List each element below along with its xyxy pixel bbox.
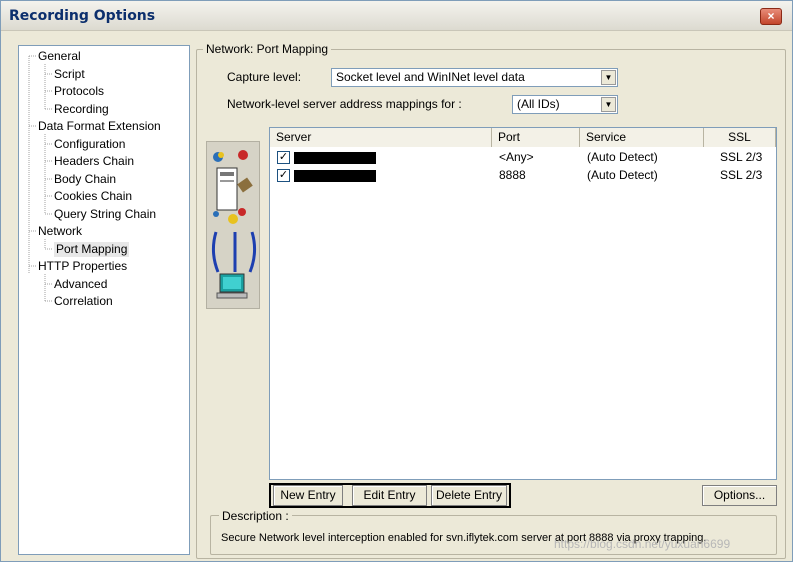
- dropdown-arrow-icon[interactable]: ▼: [601, 70, 616, 85]
- tree-item-port-mapping[interactable]: Port Mapping: [54, 242, 130, 257]
- cell-ssl: SSL 2/3: [720, 150, 763, 164]
- close-button[interactable]: ×: [760, 8, 782, 25]
- cell-service: (Auto Detect): [587, 150, 658, 164]
- tree-item-headers-chain[interactable]: Headers Chain: [54, 154, 134, 169]
- network-illustration: [206, 141, 260, 309]
- capture-level-value: Socket level and WinINet level data: [336, 70, 525, 84]
- table-header: Server Port Service SSL: [270, 128, 776, 147]
- cell-port: 8888: [499, 168, 526, 182]
- options-button[interactable]: Options...: [702, 485, 777, 506]
- cell-port: <Any>: [499, 150, 534, 164]
- new-entry-button[interactable]: New Entry: [273, 485, 343, 506]
- port-mapping-table[interactable]: Server Port Service SSL ✓ <Any> (Auto De…: [269, 127, 777, 480]
- tree-item-script[interactable]: Script: [54, 67, 85, 82]
- tree-item-query-string-chain[interactable]: Query String Chain: [54, 207, 156, 222]
- window-title: Recording Options: [9, 8, 156, 24]
- capture-level-label: Capture level:: [227, 70, 302, 84]
- table-row[interactable]: ✓ 8888 (Auto Detect) SSL 2/3: [270, 167, 776, 185]
- tree-item-protocols[interactable]: Protocols: [54, 84, 104, 99]
- checkmark-icon[interactable]: ✓: [277, 151, 290, 164]
- table-row[interactable]: ✓ <Any> (Auto Detect) SSL 2/3: [270, 149, 776, 167]
- column-header-service[interactable]: Service: [580, 128, 704, 147]
- column-header-port[interactable]: Port: [492, 128, 580, 147]
- tree-item-cookies-chain[interactable]: Cookies Chain: [54, 189, 132, 204]
- tree-item-advanced[interactable]: Advanced: [54, 277, 107, 292]
- delete-entry-button[interactable]: Delete Entry: [431, 485, 507, 506]
- options-tree: General Script Protocols Recording Data …: [18, 45, 190, 555]
- description-legend: Description :: [219, 509, 292, 523]
- mappings-id-select[interactable]: (All IDs) ▼: [512, 95, 618, 114]
- checkmark-icon[interactable]: ✓: [277, 169, 290, 182]
- tree-item-data-format-extension[interactable]: Data Format Extension: [38, 119, 161, 134]
- cell-service: (Auto Detect): [587, 168, 658, 182]
- title-bar: Recording Options ×: [1, 1, 792, 31]
- dropdown-arrow-icon[interactable]: ▼: [601, 97, 616, 112]
- tree-item-http-properties[interactable]: HTTP Properties: [38, 259, 127, 274]
- column-header-server[interactable]: Server: [270, 128, 492, 147]
- tree-item-body-chain[interactable]: Body Chain: [54, 172, 116, 187]
- tree-item-general[interactable]: General: [38, 49, 81, 64]
- edit-entry-button[interactable]: Edit Entry: [352, 485, 427, 506]
- tree-item-recording[interactable]: Recording: [54, 102, 109, 117]
- mappings-label: Network-level server address mappings fo…: [227, 97, 462, 111]
- group-title: Network: Port Mapping: [203, 42, 332, 56]
- cell-ssl: SSL 2/3: [720, 168, 763, 182]
- capture-level-select[interactable]: Socket level and WinINet level data ▼: [331, 68, 618, 87]
- watermark-text: https://blog.csdn.net/yuxuan6699: [554, 537, 731, 551]
- column-header-ssl[interactable]: SSL: [704, 128, 776, 147]
- tree-item-network[interactable]: Network: [38, 224, 82, 239]
- network-illustration-icon: [211, 150, 257, 299]
- redacted-server-name: [294, 152, 376, 164]
- tree-item-configuration[interactable]: Configuration: [54, 137, 125, 152]
- tree-item-correlation[interactable]: Correlation: [54, 294, 113, 309]
- redacted-server-name: [294, 170, 376, 182]
- mappings-id-value: (All IDs): [517, 97, 560, 111]
- entry-buttons-highlight: New Entry Edit Entry Delete Entry: [269, 483, 511, 508]
- recording-options-window: Recording Options × General Script Proto…: [0, 0, 793, 562]
